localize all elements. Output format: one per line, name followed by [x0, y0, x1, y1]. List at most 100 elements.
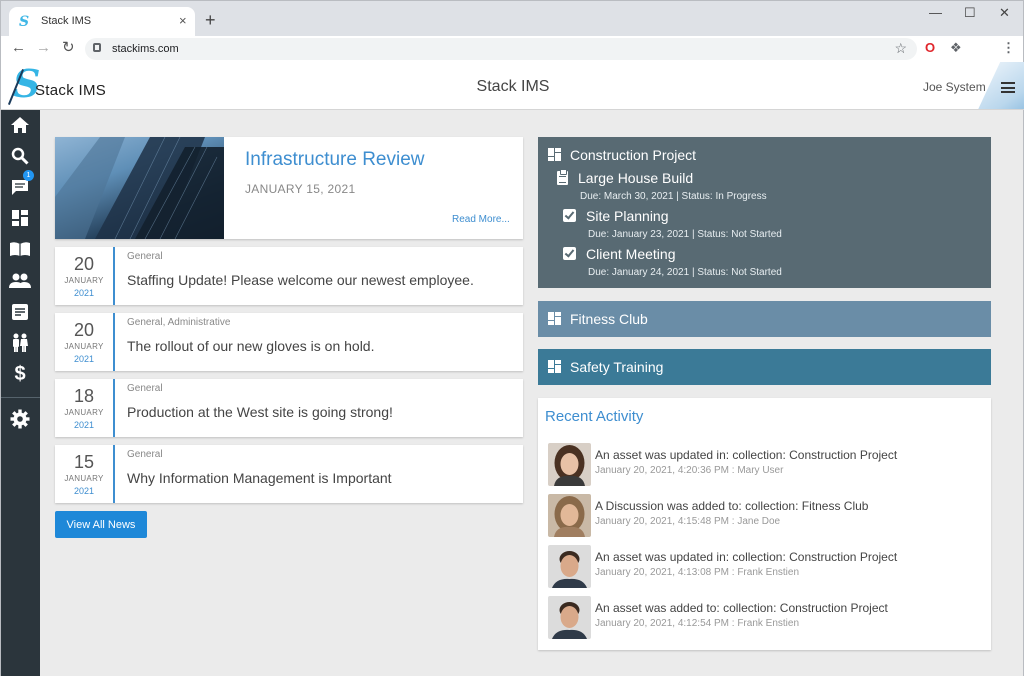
activity-item[interactable]: An asset was updated in: collection: Con… — [548, 443, 988, 487]
browser-menu-icon[interactable]: ⋮ — [1002, 40, 1015, 56]
news-month: JANUARY — [64, 408, 104, 417]
featured-article-date: JANUARY 15, 2021 — [245, 182, 356, 196]
clipboard-icon — [557, 169, 568, 185]
news-headline[interactable]: Production at the West site is going str… — [127, 404, 393, 420]
main-content: Infrastructure Review JANUARY 15, 2021 R… — [40, 110, 1024, 676]
featured-article-title[interactable]: Infrastructure Review — [245, 149, 425, 171]
document-icon[interactable] — [9, 301, 31, 323]
browser-tab[interactable]: S Stack IMS × — [9, 7, 195, 37]
page-title: Stack IMS — [476, 78, 550, 95]
activity-meta: January 20, 2021, 4:12:54 PM : Frank Ens… — [595, 618, 800, 629]
collection-title[interactable]: Construction Project — [570, 147, 696, 163]
activity-text[interactable]: An asset was updated in: collection: Con… — [595, 550, 897, 564]
collection-title[interactable]: Safety Training — [570, 359, 663, 375]
activity-text[interactable]: An asset was added to: collection: Const… — [595, 601, 888, 615]
chat-icon[interactable]: 1 — [9, 170, 34, 198]
lock-icon — [93, 43, 101, 52]
featured-article-card[interactable]: Infrastructure Review JANUARY 15, 2021 R… — [55, 137, 523, 239]
close-window-button[interactable]: ✕ — [999, 5, 1010, 21]
news-category: General, Administrative — [127, 317, 231, 328]
avatar — [548, 494, 591, 537]
collection-fitness-club[interactable]: Fitness Club — [538, 301, 991, 337]
news-year: 2021 — [73, 486, 95, 496]
maximize-button[interactable]: ☐ — [964, 5, 976, 21]
dashboard-icon — [548, 312, 561, 325]
new-tab-button[interactable]: + — [205, 11, 216, 29]
project-title[interactable]: Large House Build — [578, 170, 693, 186]
avatar — [548, 545, 591, 588]
sidebar-divider — [1, 397, 41, 398]
activity-text[interactable]: A Discussion was added to: collection: F… — [595, 499, 868, 513]
opera-extension-icon[interactable]: O — [925, 40, 935, 56]
extensions-puzzle-icon[interactable]: ❖ — [950, 40, 962, 56]
dashboard-icon — [548, 360, 561, 373]
browser-toolbar: ← → ↻ stackims.com ☆ — [0, 36, 1024, 62]
task-title[interactable]: Site Planning — [586, 208, 669, 224]
dashboard-icon[interactable] — [9, 207, 31, 229]
news-month: JANUARY — [64, 474, 104, 483]
book-icon[interactable] — [9, 238, 31, 260]
activity-meta: January 20, 2021, 4:20:36 PM : Mary User — [595, 465, 784, 476]
task-meta: Due: January 24, 2021 | Status: Not Star… — [588, 267, 782, 278]
sidebar: 1 $ — [0, 110, 41, 676]
url-text: stackims.com — [112, 43, 179, 55]
news-item[interactable]: 18 JANUARY 2021 General Production at th… — [55, 379, 523, 437]
avatar — [548, 443, 591, 486]
news-category: General — [127, 449, 163, 460]
collection-construction-project[interactable]: Construction Project Large House Build D… — [538, 137, 991, 288]
dollar-icon[interactable]: $ — [9, 363, 31, 385]
family-icon[interactable] — [9, 332, 31, 354]
task-meta: Due: January 23, 2021 | Status: Not Star… — [588, 229, 782, 240]
news-headline[interactable]: Why Information Management is Important — [127, 470, 392, 486]
activity-text[interactable]: An asset was updated in: collection: Con… — [595, 448, 897, 462]
avatar — [548, 596, 591, 639]
minimize-button[interactable]: — — [929, 5, 942, 20]
checkbox-checked-icon[interactable] — [563, 209, 576, 222]
news-date: 18 JANUARY 2021 — [55, 379, 115, 437]
gear-icon[interactable] — [9, 408, 31, 430]
activity-meta: January 20, 2021, 4:13:08 PM : Frank Ens… — [595, 567, 800, 578]
user-menu[interactable]: Joe System — [923, 80, 986, 94]
news-item[interactable]: 20 JANUARY 2021 General Staffing Update!… — [55, 247, 523, 305]
bookmark-star-icon[interactable]: ☆ — [894, 40, 907, 57]
tab-title: Stack IMS — [41, 15, 92, 27]
notification-badge: 1 — [23, 170, 34, 181]
news-category: General — [127, 383, 163, 394]
tab-close-icon[interactable]: × — [179, 13, 187, 28]
address-bar[interactable]: stackims.com ☆ — [85, 38, 917, 60]
view-all-news-button[interactable]: View All News — [55, 511, 147, 538]
activity-item[interactable]: An asset was updated in: collection: Con… — [548, 545, 988, 589]
news-headline[interactable]: Staffing Update! Please welcome our newe… — [127, 272, 474, 288]
collection-title[interactable]: Fitness Club — [570, 311, 648, 327]
hamburger-menu-icon[interactable] — [1001, 82, 1015, 93]
stack-favicon-icon: S — [19, 14, 30, 30]
news-headline[interactable]: The rollout of our new gloves is on hold… — [127, 338, 374, 354]
news-day: 15 — [73, 452, 95, 472]
project-meta: Due: March 30, 2021 | Status: In Progres… — [580, 191, 767, 202]
news-year: 2021 — [73, 288, 95, 298]
activity-item[interactable]: An asset was added to: collection: Const… — [548, 596, 988, 640]
task-title[interactable]: Client Meeting — [586, 246, 676, 262]
home-icon[interactable] — [9, 114, 31, 136]
news-month: JANUARY — [64, 276, 104, 285]
checkbox-checked-icon[interactable] — [563, 247, 576, 260]
news-item[interactable]: 20 JANUARY 2021 General, Administrative … — [55, 313, 523, 371]
forward-icon[interactable]: → — [36, 40, 51, 56]
news-year: 2021 — [73, 354, 95, 364]
news-month: JANUARY — [64, 342, 104, 351]
activity-item[interactable]: A Discussion was added to: collection: F… — [548, 494, 988, 538]
news-day: 20 — [73, 320, 95, 340]
news-date: 20 JANUARY 2021 — [55, 247, 115, 305]
featured-article-image — [55, 137, 224, 239]
app-header: S Stack IMS Stack IMS Joe System — [0, 62, 1024, 110]
activity-meta: January 20, 2021, 4:15:48 PM : Jane Doe — [595, 516, 781, 527]
read-more-link[interactable]: Read More... — [452, 214, 510, 225]
collection-safety-training[interactable]: Safety Training — [538, 349, 991, 385]
search-icon[interactable] — [9, 145, 31, 167]
back-icon[interactable]: ← — [11, 40, 26, 56]
news-day: 20 — [73, 254, 95, 274]
news-item[interactable]: 15 JANUARY 2021 General Why Information … — [55, 445, 523, 503]
people-icon[interactable] — [9, 270, 31, 292]
browser-tab-bar: S Stack IMS × + — ☐ ✕ — [0, 0, 1024, 37]
reload-icon[interactable]: ↻ — [62, 40, 75, 56]
